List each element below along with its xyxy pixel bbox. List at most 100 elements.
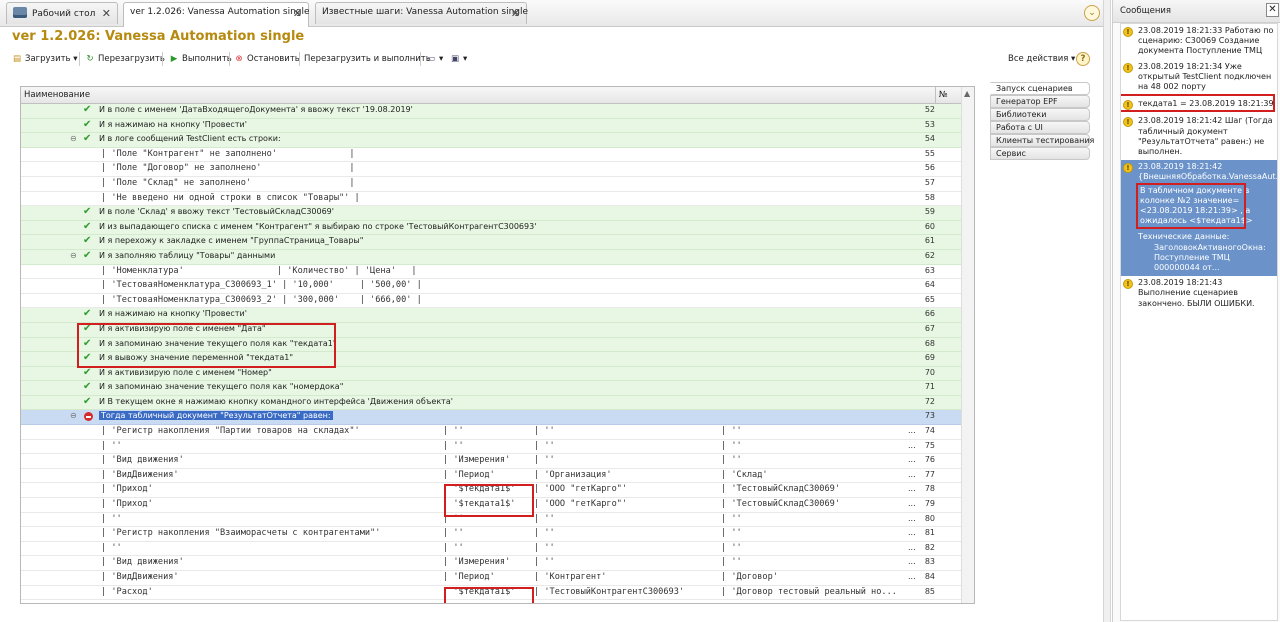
table-row-step[interactable]: ⊖ ✔ И я заполняю таблицу "Товары" данными 6… [21,249,961,265]
table-row-data[interactable]: | 'ТестоваяНоменклатура_С300693_2' | '30… [21,294,961,309]
row-number: 63 [924,265,935,275]
table-row-data[interactable]: | '' | '' | '' | ''... 82 [21,542,961,557]
row-number: 64 [924,280,935,290]
table-row-data[interactable]: | 'Поле "Договор" не заполнено' | 56 [21,162,961,177]
tab-label: Рабочий стол [32,9,96,19]
table-row-step[interactable]: ⊖ ✔ И в логе сообщений TestClient есть стр… [21,133,961,148]
row-number: 59 [924,207,935,217]
table-row-data[interactable]: | 'Регистр накопления "Партии товаров на… [21,425,961,440]
table-row-step[interactable]: ✔ И я нажимаю на кнопку 'Провести' 53 [21,118,961,134]
table-row-data[interactable]: | 'Вид движения' | 'Измерения' | '' | ''...… [21,454,961,469]
side-tab[interactable]: Сервис [990,147,1090,160]
help-icon[interactable]: ? [1076,52,1090,66]
row-number: 60 [924,221,935,231]
table-row-data[interactable]: | '' | '' | '' | ''... 75 [21,440,961,455]
row-number: 85 [924,586,935,596]
tab-known-steps[interactable]: Известные шаги: Vanessa Automation singl… [315,2,528,24]
table-cell: | '' [721,455,742,466]
table-row-step[interactable]: ✔ И В текущем окне я нажимаю кнопку коман… [21,395,961,411]
table-cell: | 'ТестоваяНоменклатура_С300693_2' | '30… [101,294,422,305]
message-item[interactable]: ! 23.08.2019 18:21:43 Выполнение сценарие… [1121,276,1277,312]
side-tab[interactable]: Клиенты тестирования [990,134,1094,147]
close-icon[interactable]: ✕ [511,7,520,20]
table-row-step[interactable]: ✔ И из выпадающего списка с именем "Контр… [21,220,961,236]
table-cell: | 'Период' [443,469,495,480]
table-row-data[interactable]: | 'Номенклатура' | 'Количество' | 'Цена'… [21,265,961,280]
side-tab[interactable]: Генератор EPF [990,95,1090,108]
table-row-data[interactable]: | 'Поле "Склад" не заполнено' | 57 [21,177,961,192]
highlight-box [444,484,534,517]
table-row-data[interactable]: | 'ВидДвижения' | 'Период' | 'Контрагент' |… [21,571,961,586]
collapse-toggle-icon[interactable]: ⊖ [70,134,78,143]
collapse-toggle-icon[interactable]: ⊖ [70,411,78,420]
table-row-step[interactable]: ✔ И я нажимаю на кнопку 'Провести' 66 [21,308,961,323]
message-item[interactable]: ! 23.08.2019 18:21:34 Уже открытый TestCl… [1121,60,1277,96]
table-cell: | 'Период' [443,572,495,582]
tab-desktop[interactable]: Рабочий стол ✕ [6,2,118,24]
separator [79,52,80,66]
collapse-tabs-icon[interactable]: ⌄ [1084,5,1100,21]
column-header-name[interactable]: Наименование [24,90,90,100]
message-item-selected[interactable]: ! 23.08.2019 18:21:42 {ВнешняяОбработка.… [1121,160,1277,277]
step-text: И в логе сообщений TestClient есть строк… [99,134,281,144]
panel-splitter[interactable] [1103,0,1111,622]
tab-vanessa[interactable]: ver 1.2.026: Vanessa Automation single ✕ [123,2,310,27]
table-row-data[interactable]: | 'Вид движения' | 'Измерения' | '' | ''...… [21,556,961,571]
check-icon: ✔ [83,235,92,247]
row-number: 79 [924,499,935,509]
table-row-data[interactable]: | 'Не введено ни одной строки в список "… [21,192,961,207]
messages-panel: Сообщения ✕ ! 23.08.2019 18:21:33 Работаю… [1112,0,1280,622]
table-cell: | 'Не введено ни одной строки в список "… [101,192,360,203]
table-row-step[interactable]: ✔ И в поле 'Склад' я ввожу текст 'Тестовы… [21,206,961,221]
table-row-step[interactable]: ✔ И я перехожу к закладке с именем "Групп… [21,235,961,250]
load-button[interactable]: ▤ Загрузить ▾ [12,51,78,67]
side-tab[interactable]: Работа с UI [990,121,1090,134]
message-item[interactable]: ! текдата1 = 23.08.2019 18:21:39 [1121,94,1277,113]
table-cell: | 'Поле "Склад" не заполнено' | [101,177,355,188]
close-icon[interactable]: ✕ [102,7,111,20]
side-tab[interactable]: Запуск сценариев [990,82,1090,95]
run-button[interactable]: ▶ Выполнить [169,51,232,67]
table-row-data[interactable]: | 'Регистр накопления "Взаиморасчеты с к… [21,527,961,542]
table-cell: | 'Регистр накопления "Взаиморасчеты с к… [101,528,381,539]
table-row-data[interactable]: | 'Поле "Контрагент" не заполнено' | 55 [21,148,961,163]
separator [229,52,230,66]
separator [299,52,300,66]
table-cell: | '' [721,557,742,568]
scroll-up-icon[interactable]: ▲ [964,89,970,98]
row-number: 82 [924,542,935,552]
table-row-step[interactable]: ✔ И я запоминаю значение текущего поля ка… [21,381,961,396]
save-icon: ▣ [450,54,460,64]
table-row-step[interactable]: ✔ И в поле с именем 'ДатаВходящегоДокумен… [21,104,961,119]
vertical-scrollbar[interactable]: ▲ [961,87,974,603]
window-icon: ▭ [426,54,436,64]
column-header-number[interactable]: № [939,90,948,100]
table-row-data[interactable]: | 'ВидДвижения' | 'Период' | 'Организация'… [21,469,961,484]
more-cells: ... [908,513,916,523]
side-tab[interactable]: Библиотеки [990,108,1090,121]
table-cell: | '' [443,542,464,553]
row-number: 70 [924,367,935,377]
reload-button[interactable]: ↻ Перезагрузить [85,51,164,67]
close-icon[interactable]: ✕ [1266,3,1279,17]
desktop-icon [13,7,27,18]
reload-run-button[interactable]: Перезагрузить и выполнить [304,51,431,67]
table-row-data[interactable]: | 'ТестоваяНоменклатура_С300693_1' | '10… [21,279,961,294]
row-number: 73 [924,411,935,421]
all-actions-button[interactable]: Все действия ▾ [1008,51,1075,67]
close-icon[interactable]: ✕ [293,7,302,20]
message-item[interactable]: ! 23.08.2019 18:21:42 Шаг (Тогда табличны… [1121,114,1277,160]
row-number: 69 [924,353,935,363]
table-cell: | 'ООО "гетКарго"' [534,484,628,495]
table-row-step[interactable]: ⊖ Тогда табличный документ "РезультатОтче… [21,410,961,426]
view-menu-button[interactable]: ▭ ▾ [426,51,443,67]
table-cell: | '' [101,513,122,524]
table-cell: | 'Организация' [534,469,612,480]
row-number: 52 [924,105,935,114]
collapse-toggle-icon[interactable]: ⊖ [70,251,78,260]
table-row-step[interactable]: ✔ И я активизирую поле с именем "Номер" 70 [21,366,961,382]
save-menu-button[interactable]: ▣ ▾ [450,51,467,67]
message-item[interactable]: ! 23.08.2019 18:21:33 Работаю по сценарию… [1121,24,1277,60]
messages-list: ! 23.08.2019 18:21:33 Работаю по сценарию… [1120,23,1278,621]
stop-button[interactable]: ⊗ Остановить [234,51,299,67]
